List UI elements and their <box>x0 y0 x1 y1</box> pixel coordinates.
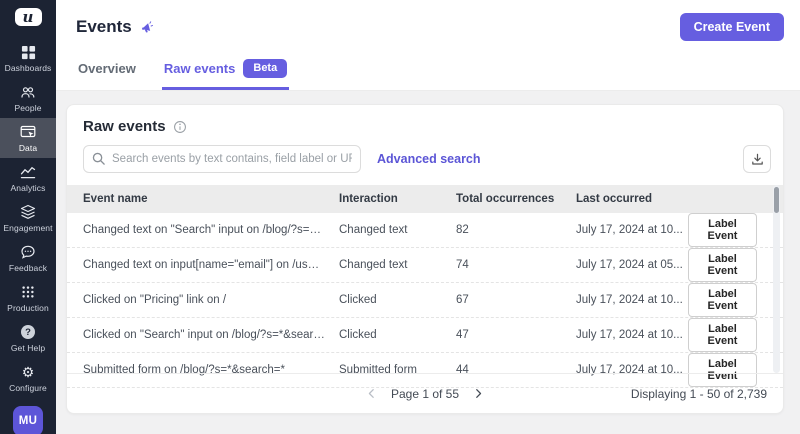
table-row[interactable]: Clicked on "Search" input on /blog/?s=*&… <box>67 318 783 353</box>
sidebar-item-label: Get Help <box>11 343 45 353</box>
tab-label: Raw events <box>164 61 236 76</box>
table-footer: Page 1 of 55 Displaying 1 - 50 of 2,739 <box>67 373 783 413</box>
interaction-cell: Changed text <box>339 259 456 271</box>
event-name-cell: Changed text on input[name="email"] on /… <box>83 259 339 271</box>
table-row[interactable]: Changed text on "Search" input on /blog/… <box>67 213 783 248</box>
engagement-icon <box>20 204 36 220</box>
sidebar-item-label: Feedback <box>9 263 47 273</box>
sidebar-item-data[interactable]: Data <box>0 118 56 158</box>
panel-title: Raw events <box>83 118 166 135</box>
content-area: Raw events Advanced search <box>56 91 800 434</box>
total-occurrences-cell: 67 <box>456 294 576 306</box>
sidebar-item-label: People <box>14 103 41 113</box>
col-total-occurrences: Total occurrences <box>456 193 576 205</box>
next-page-button[interactable] <box>471 386 486 401</box>
advanced-search-link[interactable]: Advanced search <box>377 152 481 166</box>
production-icon <box>21 284 35 300</box>
chevron-right-icon <box>473 388 484 399</box>
beta-badge: Beta <box>243 59 287 78</box>
search-icon <box>91 151 106 166</box>
help-icon: ? <box>21 324 35 340</box>
data-icon <box>20 124 36 140</box>
people-icon <box>20 84 36 100</box>
interaction-cell: Clicked <box>339 294 456 306</box>
chevron-left-icon <box>366 388 377 399</box>
table-header: Event name Interaction Total occurrences… <box>67 185 783 213</box>
search-toolbar: Advanced search <box>67 135 783 185</box>
page-header: Events Create Event Overview Raw events … <box>56 0 800 91</box>
label-event-button[interactable]: Label Event <box>688 213 757 247</box>
last-occurred-cell: July 17, 2024 at 05... <box>576 259 688 271</box>
search-box <box>83 145 361 173</box>
tab-overview[interactable]: Overview <box>76 51 138 90</box>
raw-events-panel: Raw events Advanced search <box>66 104 784 414</box>
col-event-name: Event name <box>83 193 339 205</box>
total-occurrences-cell: 74 <box>456 259 576 271</box>
previous-page-button[interactable] <box>364 386 379 401</box>
sidebar-item-engagement[interactable]: Engagement <box>0 198 56 238</box>
scrollbar-thumb[interactable] <box>774 187 779 213</box>
events-table: Event name Interaction Total occurrences… <box>67 185 783 373</box>
feedback-icon <box>20 244 36 260</box>
sidebar-item-production[interactable]: Production <box>0 278 56 318</box>
sidebar-item-label: Production <box>7 303 49 313</box>
download-button[interactable] <box>743 145 771 173</box>
analytics-icon <box>20 164 36 180</box>
search-input[interactable] <box>83 145 361 173</box>
sidebar-item-feedback[interactable]: Feedback <box>0 238 56 278</box>
tab-raw-events[interactable]: Raw events Beta <box>162 51 289 90</box>
tab-label: Overview <box>78 61 136 76</box>
sidebar-item-people[interactable]: People <box>0 78 56 118</box>
total-occurrences-cell: 82 <box>456 224 576 236</box>
last-occurred-cell: July 17, 2024 at 10... <box>576 294 688 306</box>
interaction-cell: Clicked <box>339 329 456 341</box>
dashboards-icon <box>21 44 36 60</box>
pagination: Page 1 of 55 <box>364 386 486 401</box>
main-area: Events Create Event Overview Raw events … <box>56 0 800 434</box>
user-avatar[interactable]: MU <box>13 406 43 434</box>
create-event-button[interactable]: Create Event <box>680 13 784 41</box>
sidebar-item-label: Data <box>19 143 37 153</box>
table-row[interactable]: Changed text on input[name="email"] on /… <box>67 248 783 283</box>
event-name-cell: Clicked on "Pricing" link on / <box>83 294 339 306</box>
sidebar-item-analytics[interactable]: Analytics <box>0 158 56 198</box>
col-last-occurred: Last occurred <box>576 193 688 205</box>
app-window: u Dashboards People Data <box>0 0 800 434</box>
label-event-button[interactable]: Label Event <box>688 318 757 352</box>
sidebar-item-label: Dashboards <box>5 63 52 73</box>
sidebar: u Dashboards People Data <box>0 0 56 434</box>
download-icon <box>750 152 765 167</box>
sidebar-item-label: Engagement <box>3 223 52 233</box>
table-scrollbar[interactable] <box>773 185 780 373</box>
event-name-cell: Changed text on "Search" input on /blog/… <box>83 224 339 236</box>
page-indicator: Page 1 of 55 <box>391 387 459 401</box>
sidebar-item-get-help[interactable]: ? Get Help <box>0 318 56 358</box>
sidebar-item-dashboards[interactable]: Dashboards <box>0 38 56 78</box>
sidebar-item-configure[interactable]: ⚙ Configure <box>0 358 56 398</box>
label-event-button[interactable]: Label Event <box>688 283 757 317</box>
interaction-cell: Changed text <box>339 224 456 236</box>
sidebar-item-label: Analytics <box>11 183 46 193</box>
label-event-button[interactable]: Label Event <box>688 248 757 282</box>
sidebar-nav: Dashboards People Data Analytics <box>0 38 56 278</box>
last-occurred-cell: July 17, 2024 at 10... <box>576 329 688 341</box>
last-occurred-cell: July 17, 2024 at 10... <box>576 224 688 236</box>
userpilot-logo[interactable]: u <box>15 8 42 26</box>
megaphone-icon <box>140 20 155 35</box>
sidebar-item-label: Configure <box>9 383 47 393</box>
event-name-cell: Clicked on "Search" input on /blog/?s=*&… <box>83 329 339 341</box>
info-icon[interactable] <box>173 120 187 134</box>
page-title: Events <box>76 17 132 37</box>
table-row[interactable]: Clicked on "Pricing" link on / Clicked 6… <box>67 283 783 318</box>
total-occurrences-cell: 47 <box>456 329 576 341</box>
displaying-count: Displaying 1 - 50 of 2,739 <box>631 387 767 401</box>
gear-icon: ⚙ <box>22 364 35 380</box>
col-interaction: Interaction <box>339 193 456 205</box>
sidebar-bottom: Production ? Get Help ⚙ Configure MU <box>0 278 56 434</box>
tab-bar: Overview Raw events Beta <box>56 51 800 90</box>
